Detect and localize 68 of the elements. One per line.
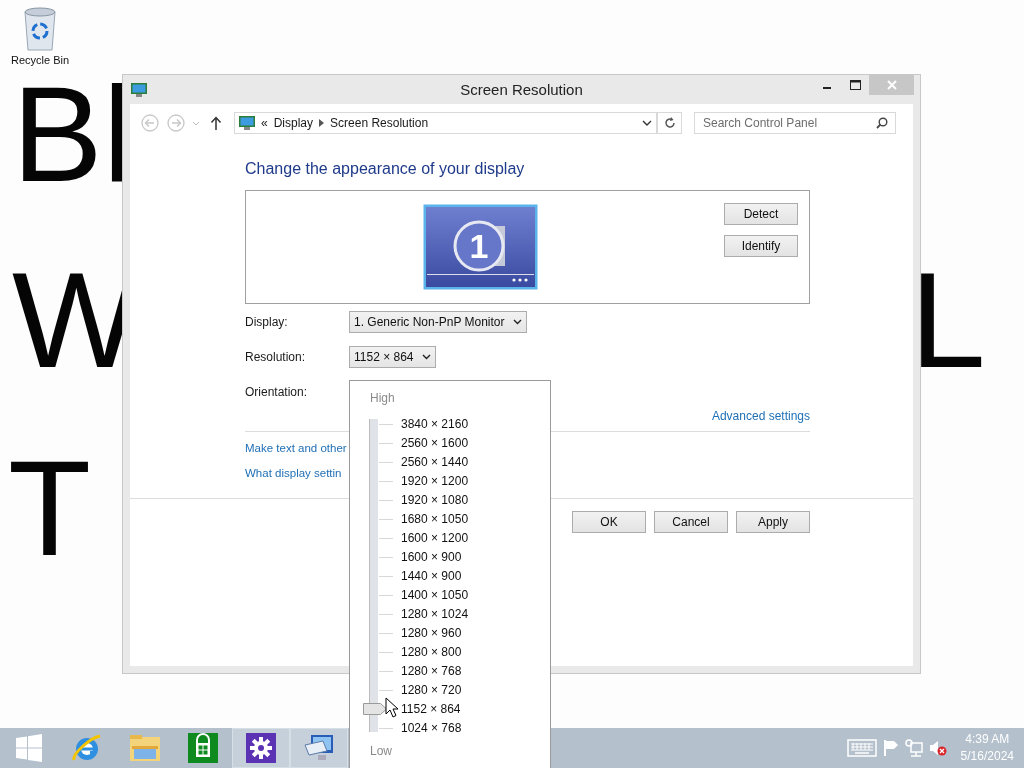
dialog-button[interactable]: Apply <box>736 511 810 533</box>
wallpaper-text: Bl <box>12 80 133 189</box>
folder-icon <box>128 733 162 763</box>
recycle-bin-icon[interactable] <box>22 6 58 52</box>
start-icon <box>15 734 43 762</box>
resolution-option[interactable]: 1280 × 800 <box>401 643 469 662</box>
monitor-icon <box>239 115 255 131</box>
resolution-option[interactable]: 3840 × 2160 <box>401 415 469 434</box>
field-label: Orientation: <box>245 384 309 399</box>
taskbar-button[interactable] <box>232 728 290 768</box>
wallpaper-text: L <box>910 266 986 375</box>
monitor-icon <box>131 82 147 97</box>
resolution-option[interactable]: 1600 × 900 <box>401 548 469 567</box>
refresh-icon <box>663 117 676 129</box>
high-label: High <box>370 391 396 407</box>
dropdown-select[interactable]: 1. Generic Non-PnP Monitor <box>349 310 527 333</box>
help-link[interactable]: Make text and other <box>245 440 347 457</box>
resolution-option[interactable]: 1280 × 720 <box>401 681 469 700</box>
resolution-option[interactable]: 1280 × 1024 <box>401 605 469 624</box>
chevron-down-icon <box>421 353 431 360</box>
advanced-settings-link[interactable]: Advanced settings <box>711 409 810 423</box>
resolution-option[interactable]: 1440 × 900 <box>401 567 469 586</box>
resolution-option[interactable]: 1152 × 864 <box>401 700 469 719</box>
desktop-icon-label[interactable]: Recycle Bin <box>10 54 70 66</box>
taskbar-button[interactable] <box>290 728 348 768</box>
dialog-button[interactable]: Cancel <box>654 511 728 533</box>
breadcrumb[interactable]: Display <box>273 116 314 130</box>
slider-thumb[interactable] <box>363 703 387 715</box>
monitor-action-button[interactable]: Identify <box>724 235 798 257</box>
field-label: Resolution: <box>245 349 307 364</box>
resolution-option[interactable]: 1680 × 1050 <box>401 510 469 529</box>
muted-speaker-icon[interactable] <box>928 739 947 757</box>
display-thumbnail[interactable]: 1 <box>423 204 538 290</box>
breadcrumb-arrow-icon[interactable] <box>319 119 325 127</box>
window-title: Screen Resolution <box>460 81 583 98</box>
resolution-option[interactable]: 2560 × 1440 <box>401 453 469 472</box>
resolution-option[interactable]: 1280 × 768 <box>401 662 469 681</box>
field-label: Display: <box>245 314 289 329</box>
gear-icon <box>246 733 276 763</box>
resolution-option[interactable]: 1920 × 1080 <box>401 491 469 510</box>
low-label: Low <box>370 744 393 760</box>
chevron-down-icon <box>512 318 522 325</box>
search-icon[interactable] <box>876 117 888 129</box>
close-icon <box>886 80 897 90</box>
resolution-option[interactable]: 1600 × 1200 <box>401 529 469 548</box>
address-bar[interactable]: « Display Screen Resolution <box>234 112 658 134</box>
page-heading: Change the appearance of your display <box>245 160 526 178</box>
wallpaper-text: T <box>8 454 92 563</box>
resolution-option[interactable]: 1920 × 1200 <box>401 472 469 491</box>
resolution-option[interactable]: 1280 × 960 <box>401 624 469 643</box>
minimize-icon <box>823 87 831 89</box>
search-field[interactable]: Search Control Panel <box>694 112 896 134</box>
monitor-action-button[interactable]: Detect <box>724 203 798 225</box>
resolution-option[interactable]: 2560 × 1600 <box>401 434 469 453</box>
dropdown-select[interactable]: 1152 × 864 <box>349 345 436 368</box>
store-icon <box>188 733 218 763</box>
up-arrow-icon <box>210 116 222 130</box>
mouse-cursor-icon <box>385 697 398 718</box>
help-link[interactable]: What display settin <box>245 465 342 482</box>
refresh-button[interactable] <box>658 112 682 134</box>
breadcrumb[interactable]: Screen Resolution <box>330 116 429 130</box>
maximize-icon <box>849 80 861 90</box>
monitor-keyboard-icon <box>303 733 335 763</box>
display-number: 1 <box>469 227 489 265</box>
resolution-option[interactable]: 1024 × 768 <box>401 719 469 738</box>
resolution-option[interactable]: 1400 × 1050 <box>401 586 469 605</box>
dialog-button[interactable]: OK <box>572 511 646 533</box>
overflow-chevron[interactable]: « <box>261 116 268 130</box>
